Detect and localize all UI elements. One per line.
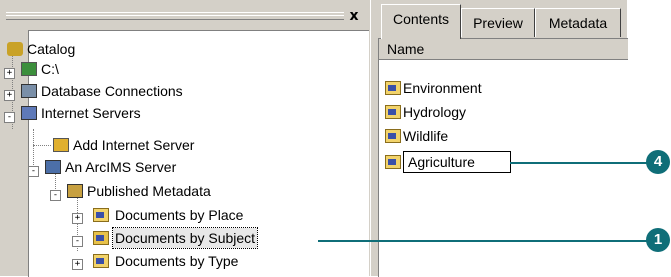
column-header-label: Name [387,41,425,57]
callout-badge: 1 [646,228,670,252]
collapse-button[interactable]: - [72,236,83,247]
catalog-icon [7,42,23,56]
callout-badge: 4 [646,150,670,174]
internet-servers-icon [21,106,37,120]
tab-contents[interactable]: Contents [381,4,461,39]
name-column-header[interactable]: Name [379,39,628,60]
collapse-button[interactable]: - [50,190,61,201]
callout-line [318,240,648,242]
folder-icon [93,254,109,268]
drive-icon [21,62,37,76]
callout-line [510,162,648,164]
arcims-server-icon [45,160,61,174]
expand-button[interactable]: + [72,213,83,224]
collapse-button[interactable]: - [28,166,39,177]
collapse-button[interactable]: - [4,112,15,123]
tab-metadata[interactable]: Metadata [535,8,621,37]
folder-icon [385,105,401,119]
database-connections-icon [21,84,37,98]
contents-pane: Contents Preview Metadata Name Environme… [375,0,628,277]
arccatalog-window: x Catalog + C:\ + Database Connections -… [0,0,628,277]
tree-title-bar: x [0,0,368,30]
catalog-tree-pane: x Catalog + C:\ + Database Connections -… [0,0,370,277]
dock-grip[interactable] [6,12,344,20]
expand-button[interactable]: + [4,90,15,101]
tab-preview[interactable]: Preview [461,8,535,37]
published-metadata-icon [67,184,83,198]
tree-line [33,145,51,146]
expand-button[interactable]: + [72,259,83,270]
rename-field[interactable]: Agriculture [403,151,511,173]
open-folder-icon [93,231,109,245]
tree-line [33,129,34,169]
expand-button[interactable]: + [4,68,15,79]
folder-icon [385,155,401,169]
add-server-icon [53,138,69,152]
folder-icon [385,81,401,95]
folder-icon [93,208,109,222]
close-button[interactable]: x [346,8,362,24]
folder-icon [385,129,401,143]
